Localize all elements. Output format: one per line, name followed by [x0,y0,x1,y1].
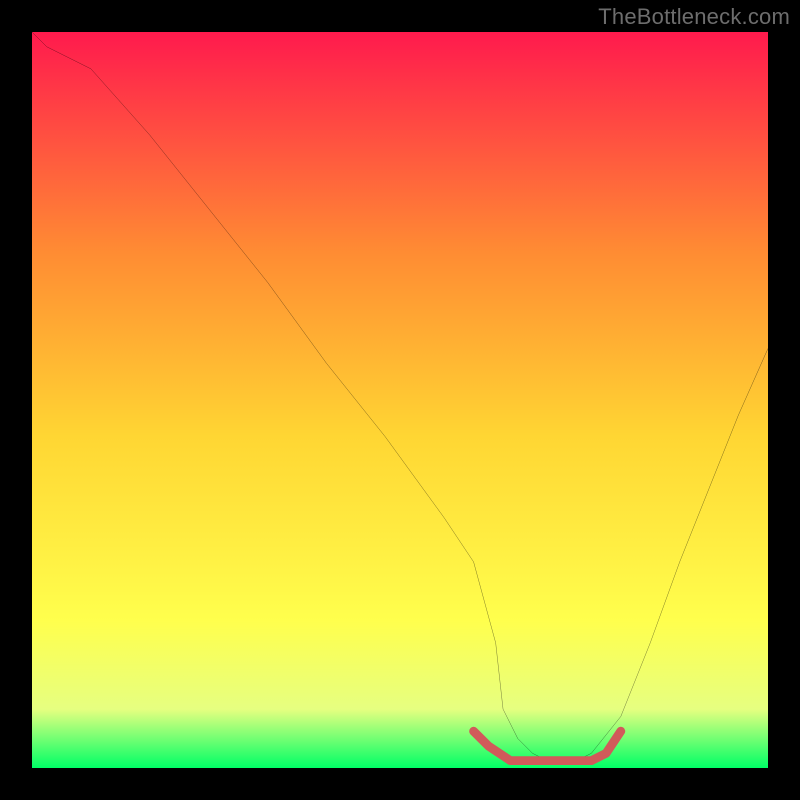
watermark-label: TheBottleneck.com [598,4,790,30]
chart-plot [32,32,768,768]
chart-frame: TheBottleneck.com [0,0,800,800]
gradient-background [32,32,768,768]
